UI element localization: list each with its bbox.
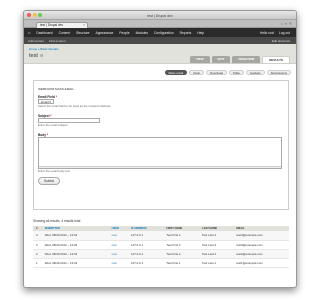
table-row: 1 Wed, 08/21/2013 – 13:34 root 127.0.0.1… [33,258,289,268]
cell-submitted: Wed, 08/21/2013 – 13:34 [41,231,109,241]
subtab-clear[interactable]: Clear [189,70,205,75]
cell-email: test4@example.com [233,231,289,241]
cell-first-name: Test First 2 [163,249,200,259]
shortcut-add-content[interactable]: Add content [28,39,44,43]
browser-tab-label: test | Drupal dev [40,22,64,27]
toolbar-dashboard[interactable]: Dashboard [36,31,52,35]
toolbar-content[interactable]: Content [59,31,71,35]
cell-last-name: Test Last 3 [199,240,234,250]
tab-results[interactable]: RESULTS [262,56,290,63]
browser-tabbar: test | Drupal dev × ☆ ≡ ✎ [24,20,296,28]
page-title-wrap: test ⚙ [29,53,43,59]
toolbar-configuration[interactable]: Configuration [154,31,174,35]
edit-icon[interactable]: ✎ [289,22,292,26]
cell-ip: 127.0.0.1 [127,240,164,250]
logout-link[interactable]: Log out [279,31,290,35]
cell-first-name: Test First 4 [163,231,200,241]
menu-icon[interactable]: ≡ [285,22,287,26]
cell-submitted: Wed, 08/21/2013 – 13:34 [41,258,109,268]
cell-ip: 127.0.0.1 [127,249,164,259]
tab-view[interactable]: VIEW [189,56,210,63]
hello-user-link[interactable]: Hello root [260,31,274,35]
window-titlebar: test | Drupal dev [24,11,296,20]
email-field-desc: Select the email field to be used as the… [38,104,112,108]
textarea-resize-grip[interactable] [39,166,281,168]
submit-button[interactable]: Submit [38,177,60,185]
cell-last-name: Test Last 1 [199,258,234,268]
toolbar-help[interactable]: Help [197,31,204,35]
cell-first-name: Test First 3 [163,240,200,250]
subject-desc: Enter the email subject. [38,123,69,127]
cell-ip: 127.0.0.1 [127,231,164,241]
body-desc: Enter the email body text. [38,169,71,173]
cell-email: test1@example.com [233,258,289,268]
subtab-submissions[interactable]: Submissions [266,70,291,75]
cell-user[interactable]: root [108,249,128,259]
cell-email: test2@example.com [233,249,289,259]
subtab-download[interactable]: Download [206,70,227,75]
cell-number: 2 [33,249,42,259]
edit-shortcuts-link[interactable]: Edit shortcuts [272,39,290,43]
cell-user[interactable]: root [108,240,128,250]
page-title: test [29,53,38,59]
toolbar-user: Hello root Log out [260,31,290,35]
required-mark: * [55,95,57,99]
required-mark: * [50,114,52,118]
email-field-label-wrap: Email Field * [38,95,284,99]
results-summary: Showing all results. 4 results total [33,219,81,223]
page-tabs: VIEW EDIT WEBFORM RESULTS [189,56,290,63]
toolbar-structure[interactable]: Structure [76,31,89,35]
browser-icons: ☆ ≡ ✎ [280,22,292,26]
page-header: Home » Basic Results test ⚙ VIEW EDIT WEB… [24,44,296,64]
cell-last-name: Test Last 2 [199,249,234,259]
cell-user[interactable]: root [108,231,128,241]
cell-number: 1 [33,258,42,268]
cell-user[interactable]: root [108,258,128,268]
breadcrumb[interactable]: Home » Basic Results [29,47,59,51]
cell-submitted: Wed, 08/21/2013 – 13:34 [41,249,109,259]
admin-toolbar: ⌂ Dashboard Content Structure Appearance… [24,28,296,37]
form-heading: WEBFORM MASS EMAIL [38,87,74,91]
cell-submitted: Wed, 08/21/2013 – 13:34 [41,240,109,250]
window-title: test | Drupal dev [147,13,173,18]
subject-group: Subject * Enter the email subject. [38,114,284,127]
table-row: 3 Wed, 08/21/2013 – 13:34 root 127.0.0.1… [33,240,289,250]
toolbar-people[interactable]: People [119,31,129,35]
bookmark-icon[interactable]: ☆ [280,22,283,26]
results-subtabs: Mass email Clear Download Table Analysis… [23,70,291,75]
tab-edit[interactable]: EDIT [211,56,231,63]
body-group: Body * Enter the email body text. [38,133,284,173]
results-table: # SUBMITTED USER IP ADDRESS FIRST NAME L… [33,226,289,268]
email-field-group: Email Field * Email ▾ Select the email f… [38,95,284,108]
toolbar-modules[interactable]: Modules [136,31,148,35]
shortcuts-bar: Add content Find content Edit shortcuts [24,37,296,44]
toolbar-appearance[interactable]: Appearance [96,31,114,35]
shortcut-find-content[interactable]: Find content [49,39,66,43]
cell-last-name: Test Last 4 [199,231,234,241]
cell-email: test3@example.com [233,240,289,250]
table-row: 4 Wed, 08/21/2013 – 13:34 root 127.0.0.1… [33,231,289,241]
cell-number: 3 [33,240,42,250]
tab-webform[interactable]: WEBFORM [232,56,261,63]
table-row: 2 Wed, 08/21/2013 – 13:34 root 127.0.0.1… [33,249,289,259]
cell-number: 4 [33,231,42,241]
subtab-mass-email[interactable]: Mass email [164,70,188,75]
toolbar-reports[interactable]: Reports [180,31,192,35]
gear-icon[interactable]: ⚙ [40,53,44,58]
mass-email-form: WEBFORM MASS EMAIL Email Field * Email ▾… [33,80,289,210]
subject-label: Subject [38,114,50,118]
subtab-analysis[interactable]: Analysis [245,70,265,75]
subtab-table[interactable]: Table [228,70,244,75]
cell-ip: 127.0.0.1 [127,258,164,268]
home-icon[interactable]: ⌂ [28,30,30,35]
cell-first-name: Test First 1 [163,258,200,268]
body-textarea[interactable] [38,137,282,169]
